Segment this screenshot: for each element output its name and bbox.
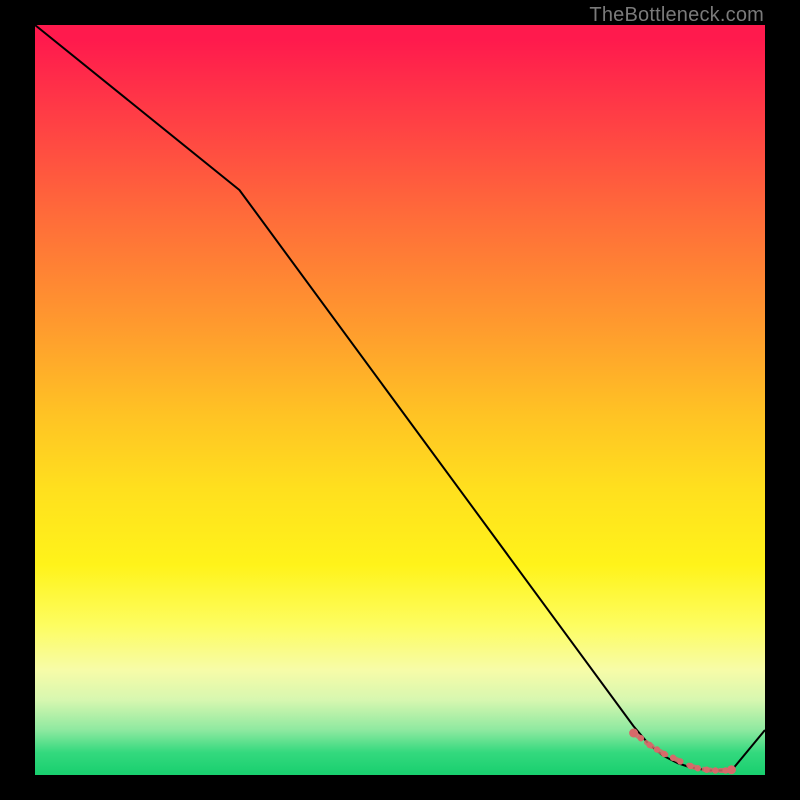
flat-marker-dot bbox=[712, 767, 718, 773]
flat-marker-dot bbox=[646, 742, 652, 748]
flat-marker-dot bbox=[638, 735, 644, 741]
flat-region-markers bbox=[629, 729, 736, 775]
flat-marker-dot bbox=[629, 729, 638, 738]
chart-overlay bbox=[35, 25, 765, 775]
flat-marker-dot bbox=[727, 765, 736, 774]
watermark-label: TheBottleneck.com bbox=[589, 4, 764, 27]
curve-line bbox=[35, 25, 765, 771]
chart-frame: TheBottleneck.com bbox=[0, 0, 800, 800]
curve-path bbox=[35, 25, 765, 771]
flat-marker-dot bbox=[661, 751, 667, 757]
flat-marker-dot bbox=[687, 763, 693, 769]
flat-marker-dot bbox=[695, 765, 701, 771]
flat-marker-dot bbox=[703, 767, 709, 773]
flat-marker-dot bbox=[654, 746, 660, 752]
flat-marker-dot bbox=[677, 758, 683, 764]
flat-marker-dot bbox=[670, 755, 676, 761]
